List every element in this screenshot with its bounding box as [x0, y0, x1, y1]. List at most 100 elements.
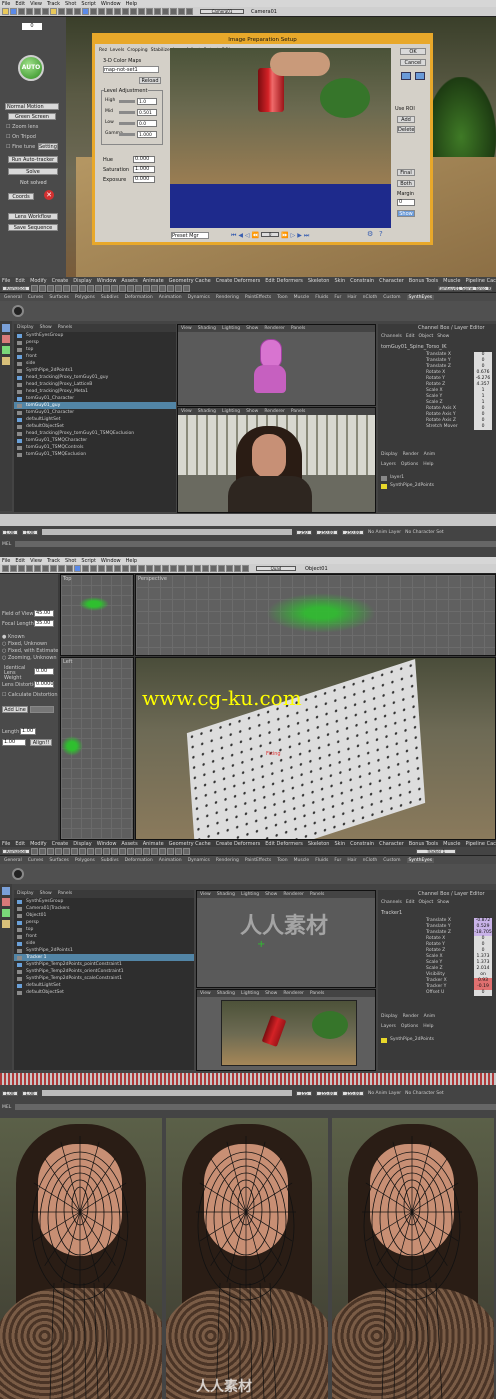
- viewport-menu-item[interactable]: Lighting: [222, 325, 240, 332]
- menu-item[interactable]: File: [2, 1, 10, 7]
- tool-icon[interactable]: [71, 284, 78, 292]
- tool-icon[interactable]: [42, 565, 49, 572]
- outliner-item[interactable]: SynthEyesGroup: [14, 332, 176, 339]
- tool-icon[interactable]: [103, 284, 110, 292]
- outliner-item[interactable]: defaultObjectSet: [14, 423, 176, 430]
- shelf-tab[interactable]: Toon: [277, 858, 287, 863]
- anim-layer-label[interactable]: No Anim Layer: [368, 1091, 401, 1096]
- play-icon[interactable]: ▷: [291, 232, 296, 240]
- tool-icon[interactable]: [63, 284, 70, 292]
- layer-menu-item[interactable]: Help: [423, 462, 433, 467]
- viewport-menu-item[interactable]: Renderer: [283, 990, 304, 997]
- shelf-tab[interactable]: SynthEyes: [406, 294, 435, 300]
- end-time-field[interactable]: 155.00: [316, 1090, 338, 1096]
- tool-icon[interactable]: [18, 565, 25, 572]
- scale-tool-icon[interactable]: [2, 357, 10, 365]
- shelf-tab[interactable]: Muscle: [294, 858, 310, 863]
- auto-button[interactable]: AUTO: [18, 55, 44, 81]
- playback-end-field[interactable]: 155.00: [342, 1090, 364, 1096]
- menu-item[interactable]: File: [2, 841, 10, 847]
- tool-icon[interactable]: [87, 847, 94, 855]
- tool-icon[interactable]: [2, 8, 9, 15]
- tool-icon[interactable]: [242, 565, 249, 572]
- tool-icon[interactable]: [18, 8, 25, 15]
- outliner-item[interactable]: persp: [14, 339, 176, 346]
- tool-icon[interactable]: [151, 284, 158, 292]
- channel-box-menu-item[interactable]: Channels: [381, 900, 402, 905]
- channel-row[interactable]: Stretch Mover 0: [426, 424, 492, 430]
- outliner-item[interactable]: side: [14, 360, 176, 367]
- viewport-menu-item[interactable]: Shading: [198, 408, 216, 415]
- layer-menu-item[interactable]: Help: [423, 1024, 433, 1029]
- outliner-item[interactable]: head_tracking|Proxy_tomGuy01_TSMQExclusi…: [14, 430, 176, 437]
- coords-button[interactable]: Coords: [8, 193, 34, 200]
- layer-menu-item[interactable]: Layers: [381, 1024, 396, 1029]
- saturation-field[interactable]: 1.000: [133, 166, 155, 173]
- mode-select[interactable]: Animation: [2, 848, 30, 854]
- tool-icon[interactable]: [202, 565, 209, 572]
- playback-end-field[interactable]: 250.00: [342, 529, 364, 535]
- outliner-item[interactable]: defaultLightSet: [14, 416, 176, 423]
- unit-field[interactable]: 1.00: [2, 739, 26, 746]
- fine-tune-checkbox[interactable]: ☐ Fine tune: [6, 144, 35, 150]
- lens-distortion-field[interactable]: 0.0000: [34, 681, 54, 688]
- shelf-tab[interactable]: Toon: [277, 295, 287, 300]
- viewport-menu-item[interactable]: Panels: [310, 891, 324, 898]
- tool-icon[interactable]: [138, 565, 145, 572]
- level-field[interactable]: 0.501: [137, 109, 157, 116]
- range-bar[interactable]: [42, 529, 292, 535]
- tool-icon[interactable]: [47, 284, 54, 292]
- exposure-field[interactable]: 0.000: [133, 176, 155, 183]
- rotate-tool-icon[interactable]: [2, 909, 10, 917]
- viewport-menu-item[interactable]: Renderer: [264, 325, 285, 332]
- shelf-tab[interactable]: Subdivs: [101, 295, 119, 300]
- menu-item[interactable]: Edit: [15, 558, 25, 564]
- fixed-estimate-radio[interactable]: ○ Fixed, with Estimate: [2, 648, 58, 654]
- tool-icon[interactable]: [146, 8, 153, 15]
- tool-icon[interactable]: [79, 284, 86, 292]
- menu-item[interactable]: Bonus Tools: [409, 278, 438, 284]
- layer-tab[interactable]: Render: [403, 1014, 419, 1019]
- tool-icon[interactable]: [170, 8, 177, 15]
- outliner-menu-item[interactable]: Panels: [58, 324, 72, 332]
- save-sequence-button[interactable]: Save Sequence: [8, 224, 58, 231]
- next-key-icon[interactable]: ⏩: [281, 232, 288, 240]
- channel-box-menu-item[interactable]: Show: [437, 900, 449, 905]
- view-select[interactable]: Quad: [256, 566, 296, 571]
- tool-icon[interactable]: [74, 8, 81, 15]
- tool-icon[interactable]: [167, 284, 174, 292]
- range-start-field[interactable]: 1.00: [22, 1090, 38, 1096]
- tool-icon[interactable]: [130, 8, 137, 15]
- perspective-viewport[interactable]: Perspective: [135, 574, 496, 656]
- menu-item[interactable]: Pipeline Cache: [465, 278, 496, 284]
- tool-icon[interactable]: [146, 565, 153, 572]
- ok-button[interactable]: OK: [400, 48, 426, 55]
- camera-icon[interactable]: [12, 305, 24, 317]
- viewport-menu-item[interactable]: Renderer: [283, 891, 304, 898]
- forward-end-icon[interactable]: ⏭: [304, 232, 309, 240]
- tool-icon[interactable]: [162, 565, 169, 572]
- close-icon[interactable]: ✕: [44, 190, 54, 200]
- shelf-tab[interactable]: nCloth: [363, 295, 378, 300]
- outliner-item[interactable]: side: [14, 940, 194, 947]
- add-button[interactable]: Add: [397, 116, 415, 123]
- shelf-tab[interactable]: Curves: [28, 295, 44, 300]
- tool-icon[interactable]: [127, 284, 134, 292]
- move-tool-icon[interactable]: [2, 898, 10, 906]
- range-end-field[interactable]: 250: [296, 529, 312, 535]
- menu-item[interactable]: Edit: [15, 278, 25, 284]
- menu-item[interactable]: View: [30, 558, 42, 564]
- zooming-radio[interactable]: ○ Zooming, Unknown: [2, 655, 57, 661]
- lens-weight-field[interactable]: 0.00: [34, 668, 54, 675]
- tool-icon[interactable]: [218, 565, 225, 572]
- menu-item[interactable]: Modify: [30, 278, 47, 284]
- tool-icon[interactable]: [39, 284, 46, 292]
- channel-row[interactable]: Offset U 0: [426, 990, 492, 996]
- align-button[interactable]: Align!!: [30, 739, 52, 746]
- menu-item[interactable]: File: [2, 278, 10, 284]
- dialog-tab[interactable]: Cropping: [127, 48, 147, 53]
- shelf-tab[interactable]: SynthEyes: [406, 857, 435, 863]
- shelf-tab[interactable]: Hair: [347, 295, 356, 300]
- tool-icon[interactable]: [183, 284, 190, 292]
- tool-icon[interactable]: [103, 847, 110, 855]
